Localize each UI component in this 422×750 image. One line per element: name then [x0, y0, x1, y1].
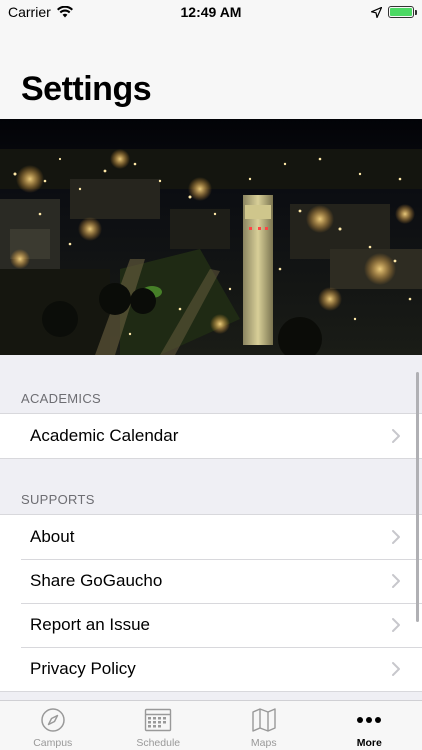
- status-right: [371, 6, 417, 18]
- carrier-label: Carrier: [8, 4, 51, 20]
- tab-more[interactable]: More: [317, 701, 422, 750]
- tab-label: Maps: [250, 737, 277, 749]
- status-left: Carrier: [8, 4, 73, 20]
- academics-group: Academic Calendar: [0, 413, 422, 459]
- section-header-academics: ACADEMICS: [21, 391, 101, 406]
- tab-bar: Campus Schedule Maps More: [0, 700, 422, 750]
- chevron-right-icon: [392, 530, 400, 544]
- row-share-gogaucho[interactable]: Share GoGaucho: [0, 559, 422, 603]
- compass-icon: [39, 707, 67, 733]
- row-report-issue[interactable]: Report an Issue: [0, 603, 422, 647]
- chevron-right-icon: [392, 574, 400, 588]
- page-title: Settings: [21, 70, 152, 108]
- supports-group: About Share GoGaucho Report an Issue Pri…: [0, 514, 422, 692]
- tab-maps[interactable]: Maps: [211, 701, 317, 750]
- row-label: Report an Issue: [30, 615, 151, 634]
- row-label: Privacy Policy: [30, 659, 136, 678]
- calendar-icon: [144, 707, 172, 733]
- chevron-right-icon: [392, 429, 400, 443]
- location-arrow-icon: [371, 6, 382, 18]
- row-label: Share GoGaucho: [30, 571, 163, 590]
- map-icon: [250, 707, 278, 733]
- wifi-icon: [56, 6, 73, 18]
- status-bar: Carrier 12:49 AM: [0, 0, 422, 24]
- row-privacy-policy[interactable]: Privacy Policy: [0, 647, 422, 691]
- more-dots-icon: [355, 707, 383, 733]
- section-header-supports: SUPPORTS: [21, 492, 95, 507]
- scroll-indicator[interactable]: [416, 372, 419, 622]
- row-academic-calendar[interactable]: Academic Calendar: [0, 414, 422, 458]
- nav-header: Settings: [0, 24, 422, 119]
- chevron-right-icon: [392, 662, 400, 676]
- tab-label: Schedule: [136, 737, 181, 749]
- chevron-right-icon: [392, 618, 400, 632]
- tab-label: Campus: [33, 737, 73, 749]
- hero-image: [0, 119, 422, 355]
- battery-icon: [388, 6, 417, 18]
- row-label: About: [30, 527, 75, 546]
- tab-campus[interactable]: Campus: [0, 701, 106, 750]
- tab-schedule[interactable]: Schedule: [106, 701, 212, 750]
- battery-fill: [390, 8, 412, 16]
- night-campus-photo: [0, 119, 422, 355]
- tab-label: More: [356, 737, 382, 749]
- row-about[interactable]: About: [0, 515, 422, 559]
- row-label: Academic Calendar: [30, 426, 179, 445]
